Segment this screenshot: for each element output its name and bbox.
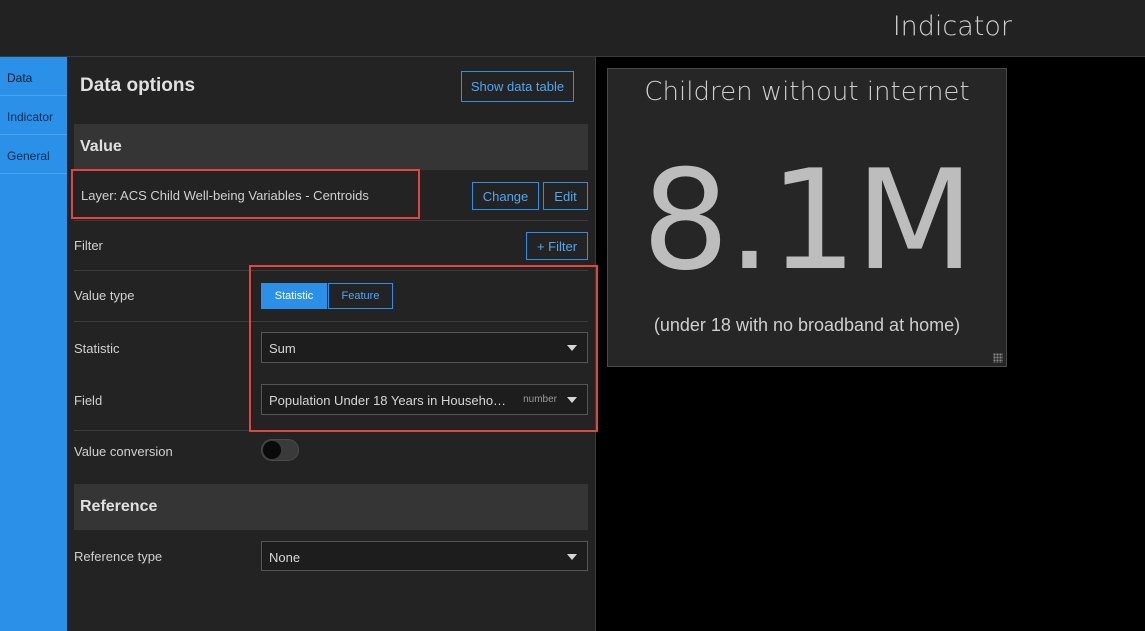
resize-handle-icon[interactable] — [993, 353, 1003, 363]
indicator-subtitle: (under 18 with no broadband at home) — [653, 315, 961, 335]
nav-item-general[interactable]: General — [0, 135, 67, 174]
panel-title: Data options — [80, 75, 196, 96]
change-layer-button[interactable]: Change — [472, 182, 539, 210]
toggle-knob — [263, 441, 281, 459]
reference-type-label: Reference type — [74, 549, 163, 564]
divider — [74, 220, 588, 221]
chevron-down-icon — [567, 554, 577, 560]
nav-item-indicator[interactable]: Indicator — [0, 96, 67, 135]
reference-section-header: Reference — [74, 484, 588, 530]
left-nav: Data Indicator General — [0, 57, 67, 631]
indicator-card[interactable]: Children without internet 8.1M (under 18… — [607, 68, 1007, 367]
top-bar: Indicator — [0, 0, 1145, 57]
layer-highlight-box — [71, 169, 420, 219]
indicator-value: 8.1M — [641, 140, 975, 301]
add-filter-button[interactable]: + Filter — [526, 232, 588, 260]
nav-item-data[interactable]: Data — [0, 57, 67, 96]
page-title: Indicator — [892, 11, 1012, 42]
value-conversion-label: Value conversion — [74, 444, 173, 459]
edit-layer-button[interactable]: Edit — [543, 182, 588, 210]
statistic-label: Statistic — [74, 341, 120, 356]
field-label: Field — [74, 393, 103, 408]
reference-type-selected-value: None — [269, 550, 301, 565]
statistic-highlight-box — [249, 265, 598, 432]
reference-type-select[interactable]: None — [261, 541, 588, 571]
indicator-title: Children without internet — [644, 77, 970, 107]
value-type-label: Value type — [74, 288, 135, 303]
show-data-table-button[interactable]: Show data table — [461, 71, 574, 102]
filter-label: Filter — [74, 238, 103, 253]
value-conversion-toggle[interactable] — [261, 439, 299, 461]
value-section-header: Value — [74, 124, 588, 170]
